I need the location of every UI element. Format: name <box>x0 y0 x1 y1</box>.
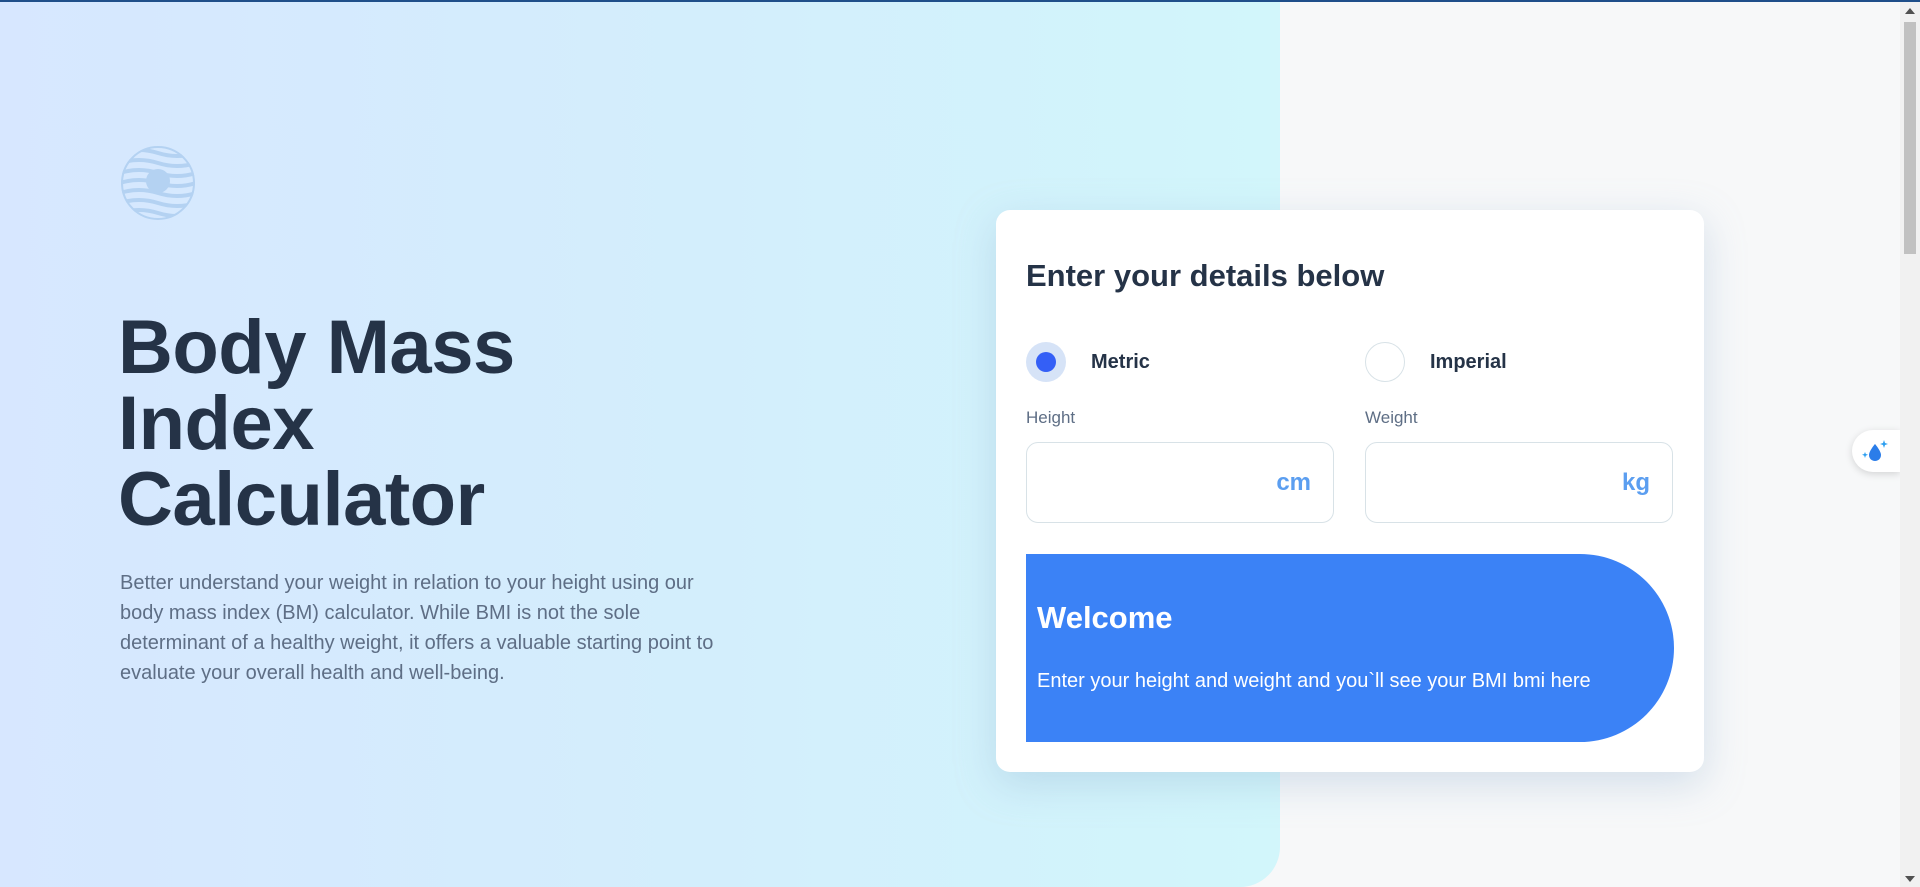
droplet-sparkle-icon[interactable] <box>1852 430 1900 472</box>
result-text: Enter your height and weight and you`ll … <box>1037 670 1591 692</box>
height-label: Height <box>1026 408 1076 427</box>
height-input[interactable] <box>1051 463 1251 503</box>
radio-selected-dot <box>1036 352 1056 372</box>
result-title: Welcome <box>1037 600 1173 635</box>
scroll-down-arrow-icon[interactable] <box>1900 870 1920 887</box>
weight-label: Weight <box>1365 408 1418 427</box>
imperial-option[interactable]: Imperial <box>1365 342 1507 382</box>
bmi-form-card: Enter your details below Metric Imperial… <box>996 210 1704 772</box>
height-unit: cm <box>1276 468 1311 496</box>
weight-input[interactable] <box>1390 463 1590 503</box>
result-panel: Welcome Enter your height and weight and… <box>1026 554 1674 742</box>
page-viewport: Body Mass Index Calculator Better unders… <box>0 2 1900 887</box>
imperial-radio[interactable] <box>1365 342 1405 382</box>
vertical-scrollbar[interactable] <box>1900 2 1920 887</box>
page-description: Better understand your weight in relatio… <box>120 572 714 684</box>
page-title: Body Mass Index Calculator <box>118 305 515 542</box>
window-top-border <box>0 0 1920 2</box>
scroll-up-arrow-icon[interactable] <box>1900 2 1920 19</box>
weight-field[interactable]: kg <box>1365 442 1673 523</box>
metric-radio[interactable] <box>1026 342 1066 382</box>
weight-unit: kg <box>1621 468 1650 496</box>
metric-option[interactable]: Metric <box>1026 342 1150 382</box>
scrollbar-thumb[interactable] <box>1904 22 1916 254</box>
bmi-logo-icon <box>120 145 196 221</box>
imperial-label[interactable]: Imperial <box>1430 351 1507 374</box>
metric-label[interactable]: Metric <box>1091 351 1150 374</box>
form-title: Enter your details below <box>1026 258 1385 293</box>
height-field[interactable]: cm <box>1026 442 1334 523</box>
